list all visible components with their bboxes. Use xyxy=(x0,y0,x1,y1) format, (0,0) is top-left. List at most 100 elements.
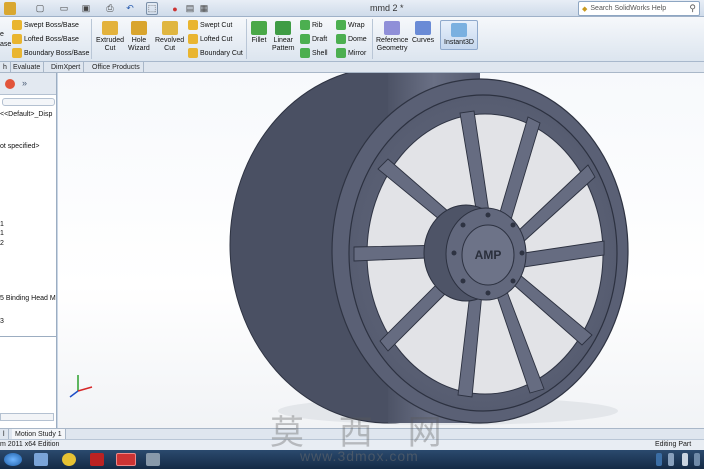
help-icon: ◆ xyxy=(582,5,588,13)
wheel-model[interactable]: AMP xyxy=(58,73,704,428)
open-folder-icon[interactable]: ▭ xyxy=(58,2,70,15)
command-tabs: h Evaluate DimXpert Office Products xyxy=(0,62,704,73)
help-search-placeholder: Search SolidWorks Help xyxy=(590,5,667,12)
start-button-icon[interactable] xyxy=(4,453,22,466)
hole-wizard-button[interactable]: Hole Wizard xyxy=(128,21,150,53)
wrap-button[interactable]: Wrap xyxy=(336,20,365,30)
tray-icon[interactable] xyxy=(694,453,700,466)
lofted-boss-button[interactable]: Lofted Boss/Base xyxy=(12,34,79,44)
tab-evaluate[interactable]: Evaluate xyxy=(10,62,45,73)
file-properties-icon[interactable]: ▤ xyxy=(184,2,196,15)
revolved-cut-button[interactable]: Revolved Cut xyxy=(155,21,184,53)
boundary-boss-button[interactable]: Boundary Boss/Base xyxy=(12,48,89,58)
partial-left-tool-2[interactable]: ase xyxy=(0,41,11,48)
lofted-boss-label: Lofted Boss/Base xyxy=(24,35,79,43)
rib-label: Rib xyxy=(312,21,323,29)
expand-arrows-icon[interactable]: » xyxy=(22,78,27,88)
tray-icon[interactable] xyxy=(656,453,662,466)
extruded-cut-button[interactable]: Extruded Cut xyxy=(96,21,124,53)
solidworks-taskbar-icon[interactable] xyxy=(116,453,136,466)
save-icon[interactable]: ▣ xyxy=(80,2,92,15)
swept-boss-label: Swept Boss/Base xyxy=(24,21,79,29)
tree-item[interactable]: 2 xyxy=(0,240,4,247)
instant3d-label: Instant3D xyxy=(444,39,474,46)
graphics-viewport[interactable]: ⊕ ⊡ ↺ ▣ ◈ ◉ ◐ ● ▦ ▤ xyxy=(58,73,704,428)
reference-geometry-label-2: Geometry xyxy=(376,45,408,52)
document-title: mmd 2 * xyxy=(370,3,404,13)
curves-button[interactable]: Curves xyxy=(412,21,434,45)
tree-item[interactable]: 1 xyxy=(0,230,4,237)
fillet-button[interactable]: Fillet xyxy=(251,21,267,45)
rib-icon xyxy=(300,20,310,30)
curves-icon xyxy=(415,21,432,35)
watermark-text: 莫 西 网 xyxy=(270,413,454,453)
boundary-boss-icon xyxy=(12,48,22,58)
shell-icon xyxy=(300,48,310,58)
tree-horizontal-scrollbar[interactable] xyxy=(0,413,54,421)
tray-icon[interactable] xyxy=(682,453,688,466)
instant3d-button[interactable]: Instant3D xyxy=(440,20,478,50)
boundary-cut-button[interactable]: Boundary Cut xyxy=(188,48,243,58)
dome-label: Dome xyxy=(348,35,367,43)
mirror-icon xyxy=(336,48,346,58)
rib-button[interactable]: Rib xyxy=(300,20,323,30)
tree-divider xyxy=(0,336,56,337)
solidworks-window: ▢ ▭ ▣ ⎙ ↶ ⬚ ● ▤ ▦ mmd 2 * ◆ Search Solid… xyxy=(0,0,704,469)
swept-boss-button[interactable]: Swept Boss/Base xyxy=(12,20,79,30)
status-version: m 2011 x64 Edition xyxy=(0,441,60,448)
mirror-button[interactable]: Mirror xyxy=(336,48,366,58)
shell-button[interactable]: Shell xyxy=(300,48,328,58)
partial-left-tool[interactable]: e xyxy=(0,31,4,38)
tree-item[interactable]: 1 xyxy=(0,221,4,228)
wrap-icon xyxy=(336,20,346,30)
swept-boss-icon xyxy=(12,20,22,30)
draft-icon xyxy=(300,34,310,44)
ribbon-divider xyxy=(246,19,247,59)
swept-cut-label: Swept Cut xyxy=(200,21,233,29)
help-search-input[interactable]: ◆ Search SolidWorks Help ⚲ xyxy=(578,1,700,16)
search-icon[interactable]: ⚲ xyxy=(689,3,696,14)
linear-pattern-button[interactable]: Linear Pattern xyxy=(272,21,295,53)
dome-button[interactable]: Dome xyxy=(336,34,367,44)
explorer-icon[interactable] xyxy=(34,453,48,466)
print-icon[interactable]: ⎙ xyxy=(104,2,116,15)
options-icon[interactable]: ▦ xyxy=(198,2,210,15)
app-icon[interactable] xyxy=(146,453,160,466)
select-icon[interactable]: ⬚ xyxy=(146,2,158,15)
tray-icon[interactable] xyxy=(668,453,674,466)
tree-filter-input[interactable] xyxy=(2,98,55,106)
tab-office-products[interactable]: Office Products xyxy=(89,62,144,73)
tree-item[interactable]: 3 xyxy=(0,318,4,325)
reference-geometry-button[interactable]: Reference Geometry xyxy=(376,21,408,53)
tab-dimxpert[interactable]: DimXpert xyxy=(48,62,85,73)
boundary-cut-label: Boundary Cut xyxy=(200,49,243,57)
command-manager-ribbon: e ase Swept Boss/Base Lofted Boss/Base B… xyxy=(0,17,704,62)
reference-geometry-icon xyxy=(384,21,401,35)
partial-left-label-2: ase xyxy=(0,41,12,48)
draft-button[interactable]: Draft xyxy=(300,34,327,44)
ribbon-divider xyxy=(91,19,92,59)
fillet-icon xyxy=(251,21,267,35)
new-document-icon[interactable]: ▢ xyxy=(34,2,46,15)
undo-icon[interactable]: ↶ xyxy=(124,2,136,15)
swept-cut-button[interactable]: Swept Cut xyxy=(188,20,232,30)
tree-item-material[interactable]: ot specified> xyxy=(0,143,40,150)
extruded-cut-label-2: Cut xyxy=(104,45,116,52)
wrap-label: Wrap xyxy=(348,21,365,29)
rebuild-icon[interactable]: ● xyxy=(170,2,180,15)
mirror-label: Mirror xyxy=(348,49,367,57)
tree-item-binding-head[interactable]: 5 Binding Head M xyxy=(0,295,56,302)
revolved-cut-label-2: Cut xyxy=(164,45,176,52)
solidworks-logo-icon[interactable] xyxy=(4,2,16,15)
dome-icon xyxy=(336,34,346,44)
messenger-icon[interactable] xyxy=(62,453,76,466)
app-icon[interactable] xyxy=(90,453,104,466)
lofted-cut-button[interactable]: Lofted Cut xyxy=(188,34,232,44)
appearance-icon[interactable] xyxy=(5,79,15,89)
revolved-cut-icon xyxy=(161,21,178,35)
draft-label: Draft xyxy=(312,35,328,43)
tree-item-display-state[interactable]: <<Default>_Disp xyxy=(0,111,52,118)
hole-wizard-label-2: Wizard xyxy=(128,45,150,52)
reference-geometry-label-1: Reference xyxy=(376,37,409,44)
lofted-boss-icon xyxy=(12,34,22,44)
